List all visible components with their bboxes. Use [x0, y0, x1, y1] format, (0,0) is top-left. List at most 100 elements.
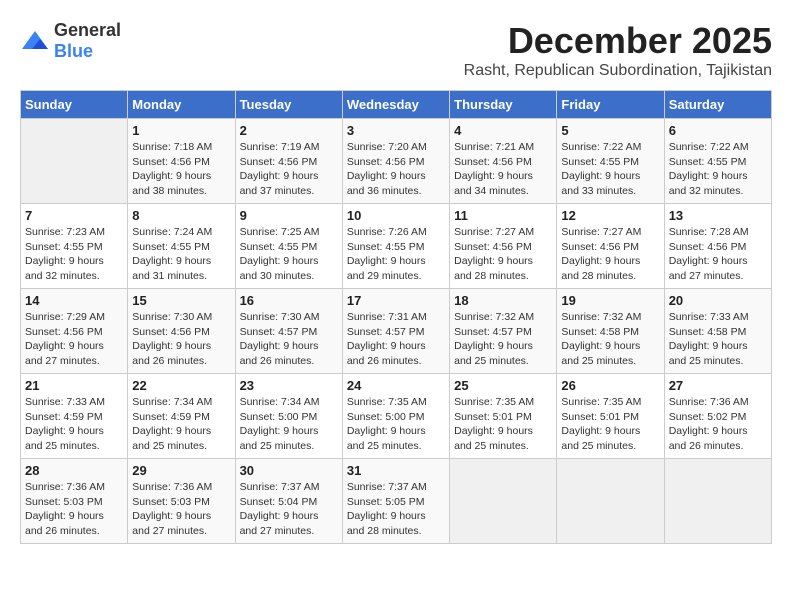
calendar-cell: 26Sunrise: 7:35 AMSunset: 5:01 PMDayligh…	[557, 374, 664, 459]
calendar-cell: 11 Sunrise: 7:27 AMSunset: 4:56 PMDayligh…	[450, 204, 557, 289]
day-info: Sunrise: 7:36 AMSunset: 5:02 PMDaylight:…	[669, 395, 767, 454]
calendar-cell: 22 Sunrise: 7:34 AMSunset: 4:59 PMDayligh…	[128, 374, 235, 459]
day-info: Sunrise: 7:30 AMSunset: 4:57 PMDaylight:…	[240, 310, 338, 369]
day-info: Sunrise: 7:37 AMSunset: 5:04 PMDaylight:…	[240, 480, 338, 539]
day-number: 24	[347, 378, 445, 393]
day-info: Sunrise: 7:27 AMSunset: 4:56 PMDaylight:…	[561, 225, 659, 284]
calendar-week-row: 21 Sunrise: 7:33 AMSunset: 4:59 PMDayligh…	[21, 374, 772, 459]
day-info: Sunrise: 7:22 AMSunset: 4:55 PMDaylight:…	[669, 140, 767, 199]
calendar-cell: 3 Sunrise: 7:20 AMSunset: 4:56 PMDaylight…	[342, 119, 449, 204]
day-info: Sunrise: 7:37 AMSunset: 5:05 PMDaylight:…	[347, 480, 445, 539]
day-info: Sunrise: 7:34 AMSunset: 5:00 PMDaylight:…	[240, 395, 338, 454]
month-title: December 2025	[464, 20, 772, 62]
day-number: 17	[347, 293, 445, 308]
day-info: Sunrise: 7:29 AMSunset: 4:56 PMDaylight:…	[25, 310, 123, 369]
weekday-header-saturday: Saturday	[664, 91, 771, 119]
day-number: 7	[25, 208, 123, 223]
day-info: Sunrise: 7:27 AMSunset: 4:56 PMDaylight:…	[454, 225, 552, 284]
day-info: Sunrise: 7:32 AMSunset: 4:57 PMDaylight:…	[454, 310, 552, 369]
day-number: 16	[240, 293, 338, 308]
title-area: December 2025 Rasht, Republican Subordin…	[464, 20, 772, 80]
calendar-cell: 21 Sunrise: 7:33 AMSunset: 4:59 PMDayligh…	[21, 374, 128, 459]
day-info: Sunrise: 7:26 AMSunset: 4:55 PMDaylight:…	[347, 225, 445, 284]
calendar-cell: 2 Sunrise: 7:19 AMSunset: 4:56 PMDaylight…	[235, 119, 342, 204]
calendar-cell: 24 Sunrise: 7:35 AMSunset: 5:00 PMDayligh…	[342, 374, 449, 459]
day-info: Sunrise: 7:33 AMSunset: 4:59 PMDaylight:…	[25, 395, 123, 454]
logo-icon	[20, 29, 50, 53]
day-info: Sunrise: 7:36 AMSunset: 5:03 PMDaylight:…	[25, 480, 123, 539]
weekday-header-friday: Friday	[557, 91, 664, 119]
weekday-header-row: SundayMondayTuesdayWednesdayThursdayFrid…	[21, 91, 772, 119]
day-number: 21	[25, 378, 123, 393]
day-info: Sunrise: 7:21 AMSunset: 4:56 PMDaylight:…	[454, 140, 552, 199]
day-info: Sunrise: 7:31 AMSunset: 4:57 PMDaylight:…	[347, 310, 445, 369]
day-number: 4	[454, 123, 552, 138]
day-number: 19	[561, 293, 659, 308]
weekday-header-thursday: Thursday	[450, 91, 557, 119]
day-number: 30	[240, 463, 338, 478]
day-number: 22	[132, 378, 230, 393]
calendar-cell: 15Sunrise: 7:30 AMSunset: 4:56 PMDayligh…	[128, 289, 235, 374]
day-number: 11	[454, 208, 552, 223]
day-number: 27	[669, 378, 767, 393]
calendar-cell: 5 Sunrise: 7:22 AMSunset: 4:55 PMDaylight…	[557, 119, 664, 204]
day-number: 28	[25, 463, 123, 478]
weekday-header-monday: Monday	[128, 91, 235, 119]
day-info: Sunrise: 7:25 AMSunset: 4:55 PMDaylight:…	[240, 225, 338, 284]
calendar-cell: 27 Sunrise: 7:36 AMSunset: 5:02 PMDayligh…	[664, 374, 771, 459]
calendar-cell	[664, 459, 771, 544]
weekday-header-tuesday: Tuesday	[235, 91, 342, 119]
location-subtitle: Rasht, Republican Subordination, Tajikis…	[464, 62, 772, 80]
calendar-cell: 13 Sunrise: 7:28 AMSunset: 4:56 PMDayligh…	[664, 204, 771, 289]
calendar-cell: 4 Sunrise: 7:21 AMSunset: 4:56 PMDaylight…	[450, 119, 557, 204]
day-number: 8	[132, 208, 230, 223]
calendar-cell: 10 Sunrise: 7:26 AMSunset: 4:55 PMDayligh…	[342, 204, 449, 289]
day-number: 14	[25, 293, 123, 308]
day-number: 3	[347, 123, 445, 138]
day-number: 23	[240, 378, 338, 393]
calendar-cell: 8Sunrise: 7:24 AMSunset: 4:55 PMDaylight…	[128, 204, 235, 289]
logo-general-text: General	[54, 20, 121, 40]
calendar-cell: 16 Sunrise: 7:30 AMSunset: 4:57 PMDayligh…	[235, 289, 342, 374]
weekday-header-wednesday: Wednesday	[342, 91, 449, 119]
day-info: Sunrise: 7:22 AMSunset: 4:55 PMDaylight:…	[561, 140, 659, 199]
calendar-cell: 19Sunrise: 7:32 AMSunset: 4:58 PMDayligh…	[557, 289, 664, 374]
calendar-cell: 31Sunrise: 7:37 AMSunset: 5:05 PMDayligh…	[342, 459, 449, 544]
calendar-cell: 12 Sunrise: 7:27 AMSunset: 4:56 PMDayligh…	[557, 204, 664, 289]
calendar-week-row: 7Sunrise: 7:23 AMSunset: 4:55 PMDaylight…	[21, 204, 772, 289]
day-info: Sunrise: 7:28 AMSunset: 4:56 PMDaylight:…	[669, 225, 767, 284]
calendar-cell: 1 Sunrise: 7:18 AMSunset: 4:56 PMDaylight…	[128, 119, 235, 204]
day-number: 10	[347, 208, 445, 223]
day-info: Sunrise: 7:35 AMSunset: 5:00 PMDaylight:…	[347, 395, 445, 454]
day-number: 5	[561, 123, 659, 138]
day-number: 25	[454, 378, 552, 393]
logo-blue-text: Blue	[54, 41, 93, 61]
day-info: Sunrise: 7:34 AMSunset: 4:59 PMDaylight:…	[132, 395, 230, 454]
calendar-cell: 29 Sunrise: 7:36 AMSunset: 5:03 PMDayligh…	[128, 459, 235, 544]
day-number: 6	[669, 123, 767, 138]
day-number: 1	[132, 123, 230, 138]
day-number: 20	[669, 293, 767, 308]
day-info: Sunrise: 7:20 AMSunset: 4:56 PMDaylight:…	[347, 140, 445, 199]
page-header: General Blue December 2025 Rasht, Republ…	[20, 20, 772, 80]
calendar-cell: 23 Sunrise: 7:34 AMSunset: 5:00 PMDayligh…	[235, 374, 342, 459]
calendar-cell: 30 Sunrise: 7:37 AMSunset: 5:04 PMDayligh…	[235, 459, 342, 544]
calendar-week-row: 1 Sunrise: 7:18 AMSunset: 4:56 PMDaylight…	[21, 119, 772, 204]
calendar-cell: 9Sunrise: 7:25 AMSunset: 4:55 PMDaylight…	[235, 204, 342, 289]
day-number: 13	[669, 208, 767, 223]
day-info: Sunrise: 7:36 AMSunset: 5:03 PMDaylight:…	[132, 480, 230, 539]
calendar-cell: 18 Sunrise: 7:32 AMSunset: 4:57 PMDayligh…	[450, 289, 557, 374]
day-number: 2	[240, 123, 338, 138]
calendar-cell: 6 Sunrise: 7:22 AMSunset: 4:55 PMDaylight…	[664, 119, 771, 204]
day-number: 18	[454, 293, 552, 308]
day-number: 12	[561, 208, 659, 223]
day-number: 15	[132, 293, 230, 308]
logo: General Blue	[20, 20, 121, 62]
day-info: Sunrise: 7:19 AMSunset: 4:56 PMDaylight:…	[240, 140, 338, 199]
calendar-cell: 20Sunrise: 7:33 AMSunset: 4:58 PMDayligh…	[664, 289, 771, 374]
day-number: 29	[132, 463, 230, 478]
day-info: Sunrise: 7:35 AMSunset: 5:01 PMDaylight:…	[561, 395, 659, 454]
day-info: Sunrise: 7:18 AMSunset: 4:56 PMDaylight:…	[132, 140, 230, 199]
calendar-cell: 14 Sunrise: 7:29 AMSunset: 4:56 PMDayligh…	[21, 289, 128, 374]
calendar-cell	[450, 459, 557, 544]
